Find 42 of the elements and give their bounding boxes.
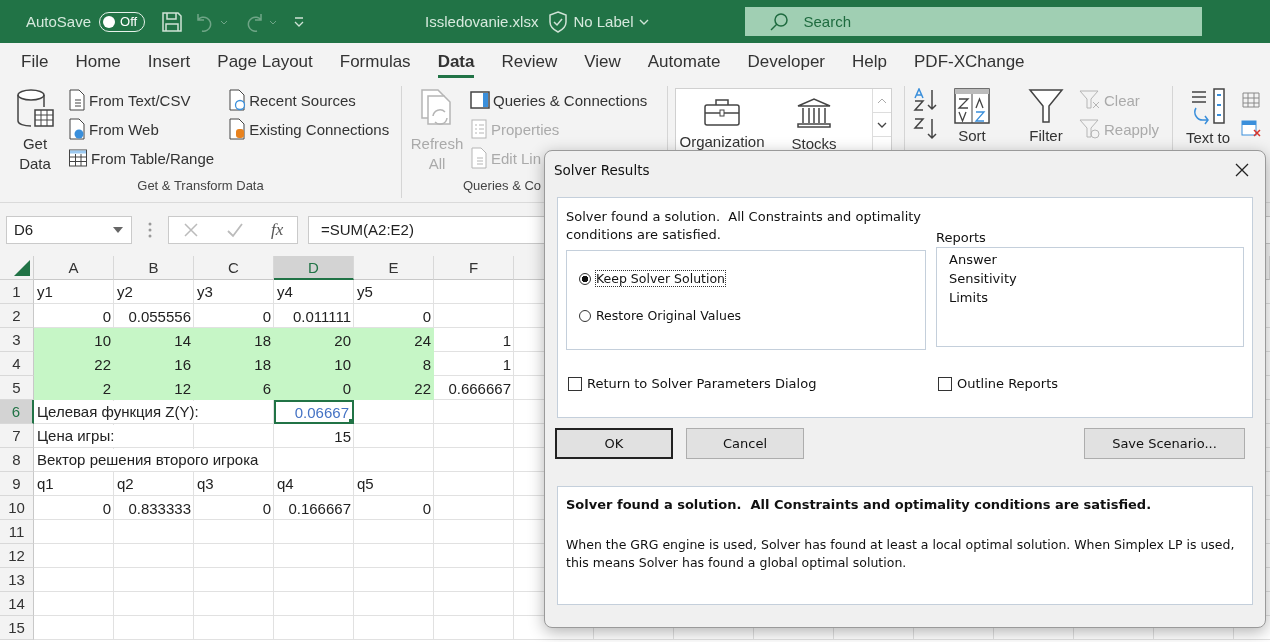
table-cell-text: 0 <box>261 306 272 327</box>
table-cell: 6 <box>194 376 274 400</box>
table-cell-text: 0.166667 <box>287 498 352 519</box>
table-cell-text: 0 <box>421 498 432 519</box>
table-cell-text: 1 <box>501 330 512 351</box>
table-cell-text: 0 <box>101 306 112 327</box>
table-cell-text: 0.833333 <box>127 498 192 519</box>
table-cell: 8 <box>354 352 434 376</box>
table-cell: Цена игры: <box>37 425 115 447</box>
table-cell: 0 <box>274 376 354 400</box>
dialog-title: Solver Results <box>554 161 650 178</box>
table-cell: 10 <box>274 352 354 376</box>
table-cell-text: 0.055556 <box>127 306 192 327</box>
table-cell: 10 <box>34 328 114 352</box>
table-cell: Целевая функция Z(Y): <box>37 401 199 423</box>
details-text: When the GRG engine is used, Solver has found at least a local optimal solution. When Simplex LP is used, this means Solver has found a global optimal solution. <box>566 536 1236 572</box>
table-cell-text: 0 <box>101 498 112 519</box>
table-cell: 16 <box>114 352 194 376</box>
table-cell: 20 <box>274 328 354 352</box>
group-label: Get & Transform Data <box>137 178 264 195</box>
reports-label: Reports <box>936 230 987 245</box>
group-label: Queries & Co <box>463 178 542 195</box>
table-cell-text: 0.666667 <box>447 378 512 399</box>
table-cell-text: 15 <box>333 426 352 447</box>
autosave-label: AutoSave <box>26 13 92 30</box>
table-cell: 22 <box>34 352 114 376</box>
table-cell: 24 <box>354 328 434 352</box>
table-cell: 18 <box>194 352 274 376</box>
result-message: Solver found a solution. All Constraints and optimality conditions are satisfied. <box>566 208 923 244</box>
table-cell-text: 1 <box>501 354 512 375</box>
table-cell: 18 <box>194 328 274 352</box>
table-cell-text: 0 <box>421 306 432 327</box>
table-cell: 14 <box>114 328 194 352</box>
table-cell: 22 <box>354 376 434 400</box>
table-cell-text: 0 <box>261 498 272 519</box>
table-cell: Вектор решения второго игрока <box>37 449 259 471</box>
table-cell-text: 0.011111 <box>291 306 352 327</box>
active-cell: 0.06667 <box>274 400 354 424</box>
details-heading: Solver found a solution. All Constraints and optimality conditions are satisfied. <box>566 497 1153 512</box>
table-cell: 12 <box>114 376 194 400</box>
table-cell: 2 <box>34 376 114 400</box>
file-name: Issledovanie.xlsx <box>425 13 539 30</box>
